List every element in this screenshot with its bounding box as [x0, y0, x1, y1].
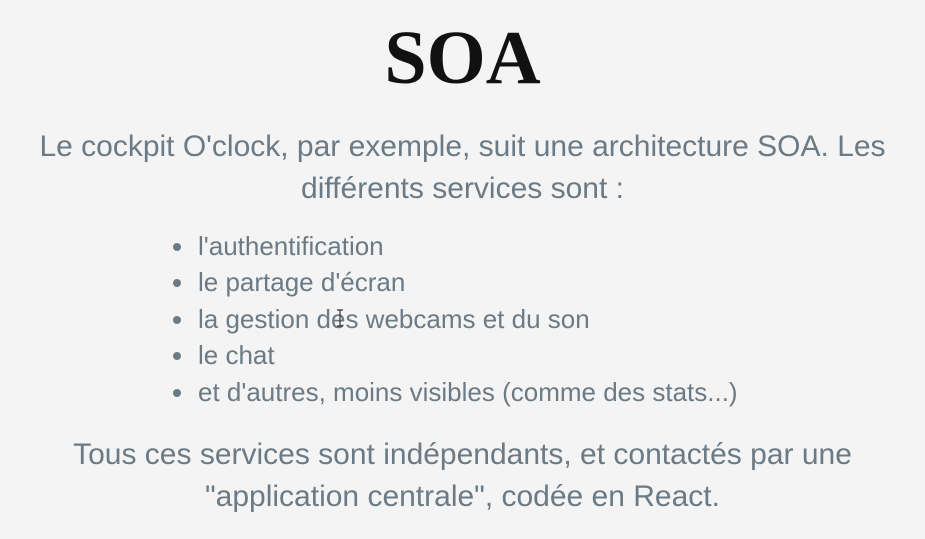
- list-item-text: l'authentification: [198, 231, 384, 261]
- services-list: l'authentification le partage d'écran la…: [173, 228, 738, 410]
- bullet-icon: [173, 243, 181, 251]
- bullet-icon: [173, 315, 181, 324]
- slide-title: SOA: [384, 16, 541, 100]
- list-item: le partage d'écran: [173, 264, 738, 300]
- outro-paragraph: Tous ces services sont indépendants, et …: [73, 438, 852, 513]
- list-item: l'authentification: [173, 228, 738, 264]
- slide: SOA Le cockpit O'clock, par exemple, sui…: [0, 0, 925, 539]
- bullet-icon: [173, 279, 181, 288]
- list-item: la gestion des webcams et du son: [173, 301, 738, 337]
- list-item: et d'autres, moins visibles (comme des s…: [173, 374, 738, 410]
- bullet-icon: [173, 388, 181, 397]
- list-item-text: et d'autres, moins visibles (comme des s…: [198, 376, 738, 407]
- text-cursor-icon: [337, 309, 343, 327]
- list-item-text: le chat: [198, 340, 275, 371]
- intro-paragraph: Le cockpit O'clock, par exemple, suit un…: [39, 130, 886, 205]
- list-item: le chat: [173, 337, 738, 373]
- list-item-text: le partage d'écran: [198, 267, 406, 298]
- list-item-text: la gestion des webcams et du son: [198, 303, 590, 334]
- bullet-icon: [173, 352, 181, 361]
